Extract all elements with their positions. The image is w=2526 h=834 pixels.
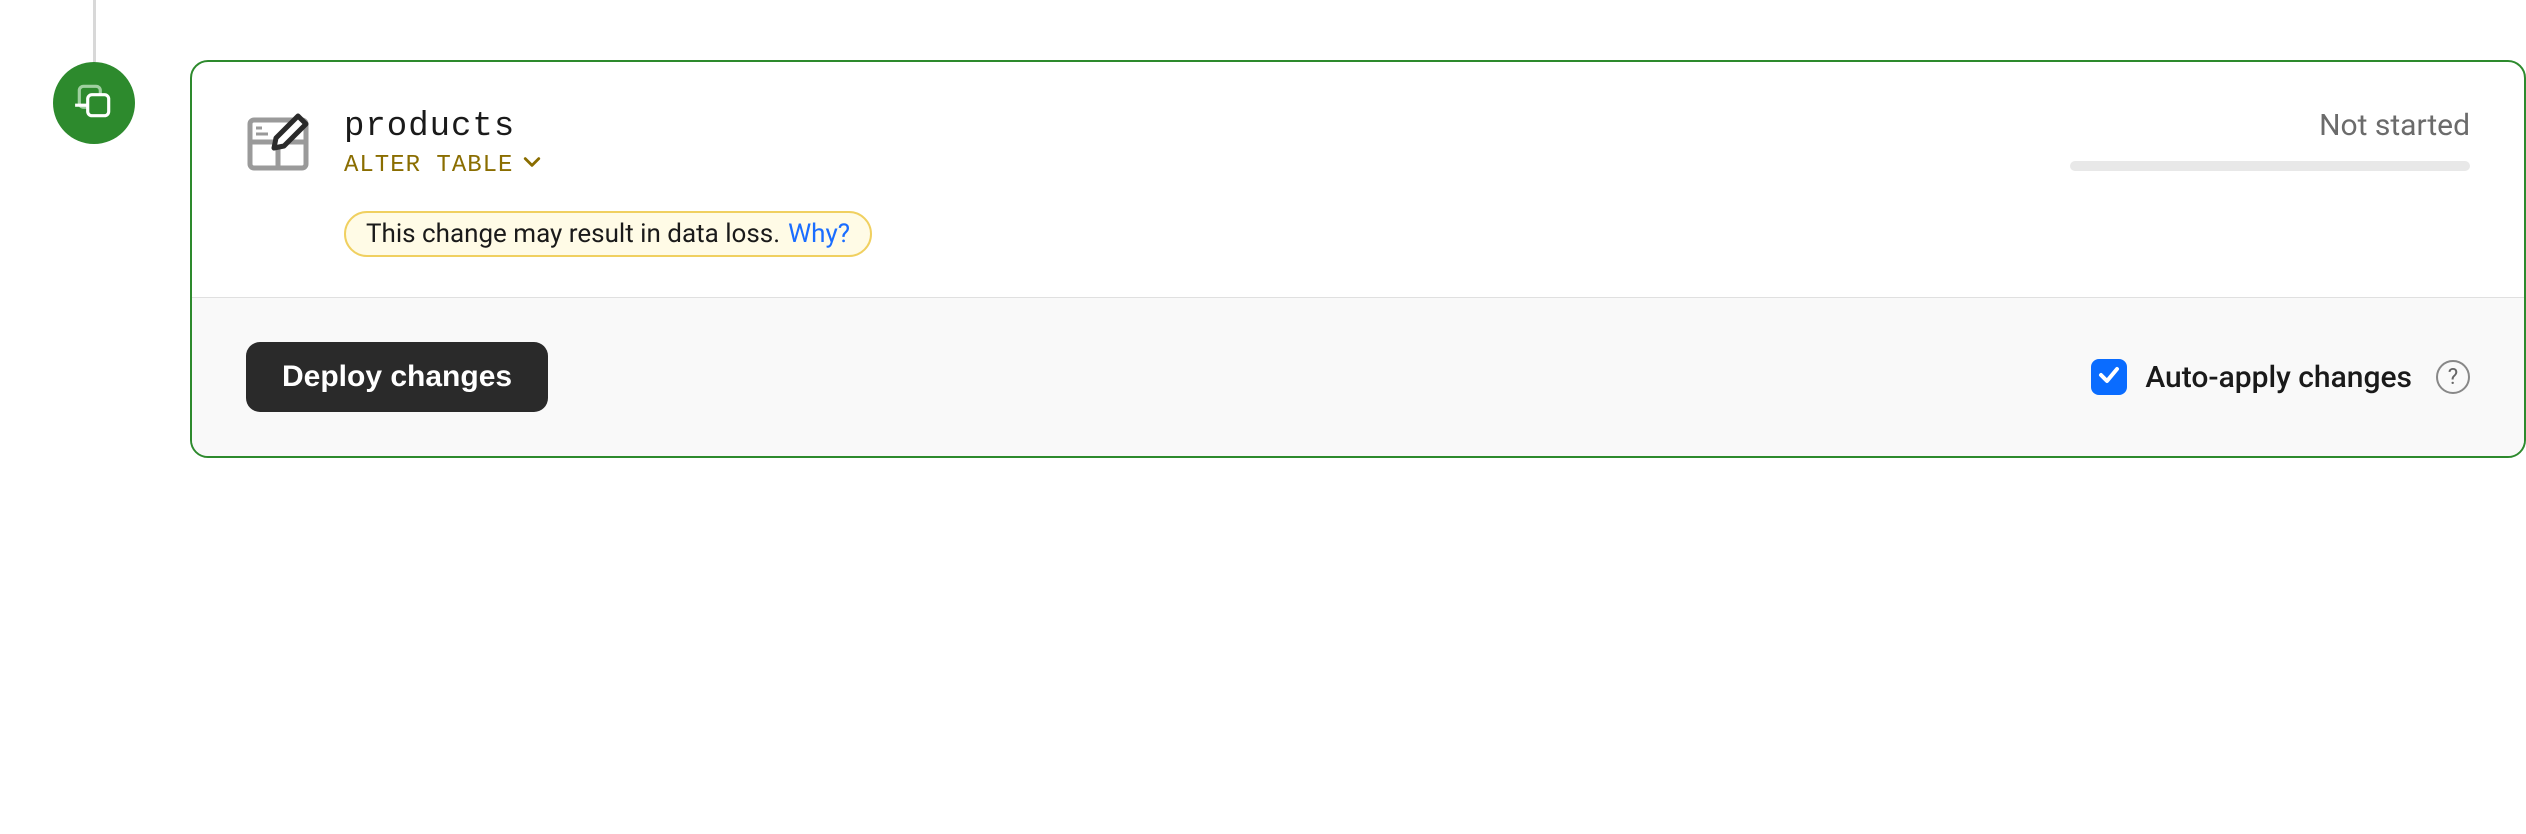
warning-pill: This change may result in data loss. Why… [344, 211, 872, 257]
change-card: products ALTER TABLE Not started [190, 60, 2526, 458]
deploy-button[interactable]: Deploy changes [246, 342, 548, 412]
item-row: products ALTER TABLE Not started [246, 108, 2470, 179]
chevron-down-icon [523, 152, 541, 179]
table-edit-icon [246, 112, 310, 176]
timeline-badge [53, 62, 135, 144]
status-text: Not started [2319, 108, 2470, 143]
card-body: products ALTER TABLE Not started [192, 62, 2524, 297]
timeline-column [0, 0, 190, 144]
card-footer: Deploy changes Auto-apply changes ? [192, 297, 2524, 456]
overlap-squares-icon [73, 80, 115, 126]
timeline-connector [93, 0, 96, 62]
table-name: products [344, 108, 2016, 146]
footer-right: Auto-apply changes ? [2091, 359, 2470, 395]
auto-apply-label: Auto-apply changes [2145, 360, 2412, 395]
check-icon [2097, 363, 2121, 391]
warning-why-link[interactable]: Why? [788, 219, 850, 249]
progress-bar [2070, 161, 2470, 171]
operation-label: ALTER TABLE [344, 152, 513, 179]
deploy-panel: products ALTER TABLE Not started [0, 0, 2526, 458]
warning-message: This change may result in data loss. [366, 219, 780, 249]
item-details: products ALTER TABLE [344, 108, 2016, 179]
operation-dropdown[interactable]: ALTER TABLE [344, 152, 2016, 179]
status-column: Not started [2050, 108, 2470, 171]
auto-apply-checkbox[interactable] [2091, 359, 2127, 395]
help-icon[interactable]: ? [2436, 360, 2470, 394]
